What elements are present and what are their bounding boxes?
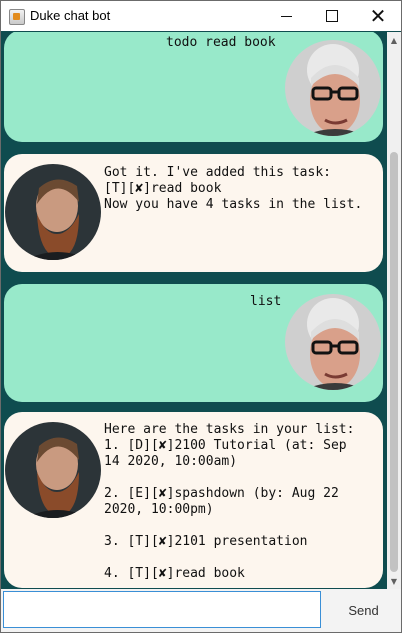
scroll-thumb[interactable] xyxy=(390,152,398,572)
maximize-button[interactable] xyxy=(309,1,355,31)
message-text: todo read book xyxy=(166,35,276,50)
scroll-up-icon[interactable]: ▲ xyxy=(387,32,401,48)
chat-area[interactable]: todo read book Got it. I've added this t… xyxy=(1,32,387,589)
message-text: Got it. I've added this task: [T][✘]read… xyxy=(104,165,363,212)
bot-avatar xyxy=(5,164,101,260)
message-text: Here are the tasks in your list: 1. [D][… xyxy=(104,422,355,581)
user-message: todo read book xyxy=(4,32,383,142)
window-title: Duke chat bot xyxy=(30,8,111,23)
bot-message: Here are the tasks in your list: 1. [D][… xyxy=(4,412,383,588)
minimize-button[interactable] xyxy=(263,1,309,31)
maximize-icon xyxy=(326,10,338,22)
send-button[interactable]: Send xyxy=(326,590,401,630)
user-avatar xyxy=(285,40,381,136)
title-bar: Duke chat bot ✕ xyxy=(1,1,401,31)
message-input[interactable] xyxy=(3,591,321,628)
app-icon xyxy=(9,9,25,25)
user-message: list xyxy=(4,284,383,402)
input-bar: Send xyxy=(1,589,401,632)
message-text: list xyxy=(250,294,282,309)
minimize-icon xyxy=(280,15,292,17)
close-button[interactable]: ✕ xyxy=(355,1,401,31)
close-icon: ✕ xyxy=(369,4,387,28)
chat-scrollbar[interactable]: ▲ ▼ xyxy=(387,32,401,589)
bot-avatar xyxy=(5,422,101,518)
user-avatar xyxy=(285,294,381,390)
bot-message: Got it. I've added this task: [T][✘]read… xyxy=(4,154,383,272)
scroll-down-icon[interactable]: ▼ xyxy=(387,573,401,589)
app-window: Duke chat bot ✕ todo read book Got it. I… xyxy=(0,0,402,633)
